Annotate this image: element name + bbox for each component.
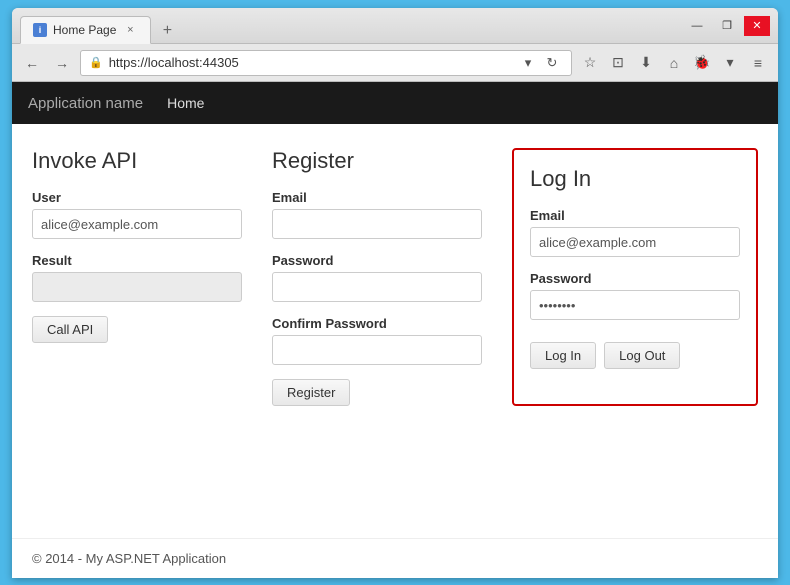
home-button[interactable]: ⌂ bbox=[662, 51, 686, 75]
logout-button[interactable]: Log Out bbox=[604, 342, 680, 369]
tab-close-button[interactable]: × bbox=[122, 22, 138, 38]
page-footer: © 2014 - My ASP.NET Application bbox=[12, 538, 778, 578]
app-name: Application name bbox=[28, 95, 143, 112]
login-email-label: Email bbox=[530, 208, 740, 223]
url-bar[interactable]: 🔒 https://localhost:44305 ▾ ↻ bbox=[80, 50, 572, 76]
footer-text: © 2014 - My ASP.NET Application bbox=[32, 551, 226, 566]
extensions-dropdown[interactable]: ▾ bbox=[718, 51, 742, 75]
address-bar: ← → 🔒 https://localhost:44305 ▾ ↻ ☆ ⊡ ⬇ … bbox=[12, 44, 778, 82]
url-actions: ▾ ↻ bbox=[517, 52, 563, 74]
sections-row: Invoke API User Result Call API Register… bbox=[32, 148, 758, 406]
extensions-button[interactable]: 🐞 bbox=[690, 51, 714, 75]
user-input[interactable] bbox=[32, 209, 242, 239]
invoke-api-section: Invoke API User Result Call API bbox=[32, 148, 242, 406]
login-password-label: Password bbox=[530, 271, 740, 286]
close-window-button[interactable]: ✕ bbox=[744, 16, 770, 36]
new-tab-button[interactable]: + bbox=[155, 19, 179, 43]
register-email-label: Email bbox=[272, 190, 482, 205]
result-input bbox=[32, 272, 242, 302]
tab-favicon: i bbox=[33, 23, 47, 37]
toolbar-icons: ☆ ⊡ ⬇ ⌂ 🐞 ▾ ≡ bbox=[578, 51, 770, 75]
tab-title: Home Page bbox=[53, 23, 116, 37]
lock-icon: 🔒 bbox=[89, 56, 103, 69]
login-section: Log In Email Password Log In Log Out bbox=[512, 148, 758, 406]
register-email-input[interactable] bbox=[272, 209, 482, 239]
minimize-button[interactable]: — bbox=[684, 16, 710, 36]
url-text: https://localhost:44305 bbox=[109, 55, 511, 70]
login-title: Log In bbox=[530, 166, 740, 192]
result-label: Result bbox=[32, 253, 242, 268]
register-title: Register bbox=[272, 148, 482, 174]
invoke-api-title: Invoke API bbox=[32, 148, 242, 174]
url-dropdown-button[interactable]: ▾ bbox=[517, 52, 539, 74]
confirm-password-input[interactable] bbox=[272, 335, 482, 365]
tab-area: i Home Page × + bbox=[20, 8, 684, 43]
register-button[interactable]: Register bbox=[272, 379, 350, 406]
refresh-button[interactable]: ↻ bbox=[541, 52, 563, 74]
register-section: Register Email Password Confirm Password… bbox=[272, 148, 482, 406]
nav-bar: Application name Home bbox=[12, 82, 778, 124]
nav-home-link[interactable]: Home bbox=[163, 85, 208, 121]
back-button[interactable]: ← bbox=[20, 51, 44, 75]
login-button[interactable]: Log In bbox=[530, 342, 596, 369]
browser-window: i Home Page × + — ❐ ✕ ← → 🔒 https://loca… bbox=[12, 8, 778, 578]
clipboard-button[interactable]: ⊡ bbox=[606, 51, 630, 75]
window-controls: — ❐ ✕ bbox=[684, 16, 770, 36]
forward-button[interactable]: → bbox=[50, 51, 74, 75]
call-api-button[interactable]: Call API bbox=[32, 316, 108, 343]
download-button[interactable]: ⬇ bbox=[634, 51, 658, 75]
register-password-input[interactable] bbox=[272, 272, 482, 302]
restore-button[interactable]: ❐ bbox=[714, 16, 740, 36]
login-email-input[interactable] bbox=[530, 227, 740, 257]
login-password-input[interactable] bbox=[530, 290, 740, 320]
confirm-password-label: Confirm Password bbox=[272, 316, 482, 331]
title-bar: i Home Page × + — ❐ ✕ bbox=[12, 8, 778, 44]
user-label: User bbox=[32, 190, 242, 205]
bookmark-star-button[interactable]: ☆ bbox=[578, 51, 602, 75]
menu-button[interactable]: ≡ bbox=[746, 51, 770, 75]
page-content: Invoke API User Result Call API Register… bbox=[12, 124, 778, 538]
register-password-label: Password bbox=[272, 253, 482, 268]
active-tab[interactable]: i Home Page × bbox=[20, 16, 151, 44]
